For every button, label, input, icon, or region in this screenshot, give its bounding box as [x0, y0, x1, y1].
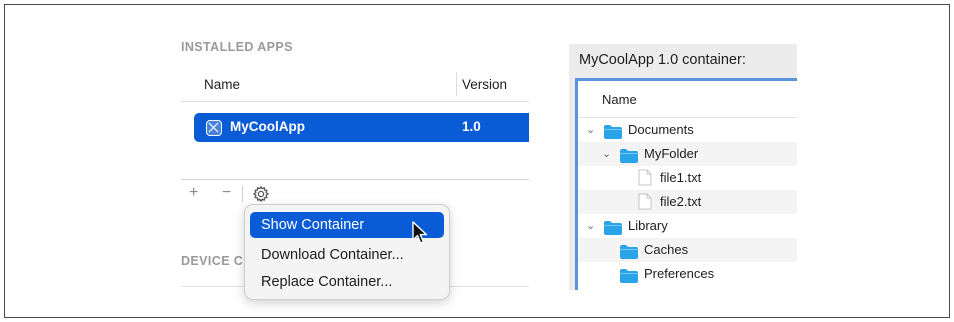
header-divider — [181, 101, 529, 102]
tree-label: file1.txt — [660, 170, 702, 185]
tree-column-header-name[interactable]: Name — [602, 92, 637, 107]
tree-label: Caches — [644, 242, 689, 257]
tree-label: MyFolder — [644, 146, 699, 161]
tree-label: Preferences — [644, 266, 715, 281]
menu-item-replace-container[interactable]: Replace Container... — [250, 269, 444, 295]
tree-row-file2[interactable]: file2.txt — [578, 190, 797, 214]
add-app-button[interactable]: + — [189, 183, 198, 203]
file-icon — [638, 169, 652, 186]
chevron-down-icon[interactable]: ⌄ — [586, 118, 598, 142]
tree-label: Library — [628, 218, 668, 233]
tree-label: Documents — [628, 122, 694, 137]
column-header-version[interactable]: Version — [462, 68, 507, 102]
folder-icon — [620, 147, 638, 163]
remove-app-button[interactable]: − — [222, 183, 231, 203]
folder-icon — [604, 123, 622, 139]
tree-label: file2.txt — [660, 194, 702, 209]
screenshot-frame — [4, 4, 950, 318]
tree-row-library[interactable]: ⌄ Library — [578, 214, 797, 238]
chevron-down-icon[interactable]: ⌄ — [602, 142, 614, 166]
device-section-title: DEVICE C — [181, 254, 244, 268]
column-header-name[interactable]: Name — [204, 68, 240, 102]
context-menu: Show Container Download Container... Rep… — [244, 204, 450, 300]
tree-row-documents[interactable]: ⌄ Documents — [578, 118, 797, 142]
toolbar-divider — [181, 179, 529, 180]
folder-icon — [604, 219, 622, 235]
tree-row-caches[interactable]: Caches — [578, 238, 797, 262]
toolbar-separator — [242, 186, 243, 202]
column-divider[interactable] — [456, 72, 457, 96]
gear-icon[interactable] — [252, 185, 270, 203]
file-icon — [638, 193, 652, 210]
chevron-down-icon[interactable]: ⌄ — [586, 214, 598, 238]
app-placeholder-icon — [206, 120, 222, 136]
tree-row-file1[interactable]: file1.txt — [578, 166, 797, 190]
app-version: 1.0 — [462, 119, 481, 134]
tree-row-myfolder[interactable]: ⌄ MyFolder — [578, 142, 797, 166]
tree-row-preferences[interactable]: Preferences — [578, 262, 797, 286]
folder-icon — [620, 267, 638, 283]
app-row-selected[interactable]: MyCoolApp 1.0 — [194, 113, 529, 142]
folder-icon — [620, 243, 638, 259]
container-panel-title: MyCoolApp 1.0 container: — [579, 52, 746, 68]
installed-apps-title: INSTALLED APPS — [181, 40, 293, 54]
mouse-pointer-icon — [410, 220, 430, 246]
app-name: MyCoolApp — [230, 119, 305, 134]
